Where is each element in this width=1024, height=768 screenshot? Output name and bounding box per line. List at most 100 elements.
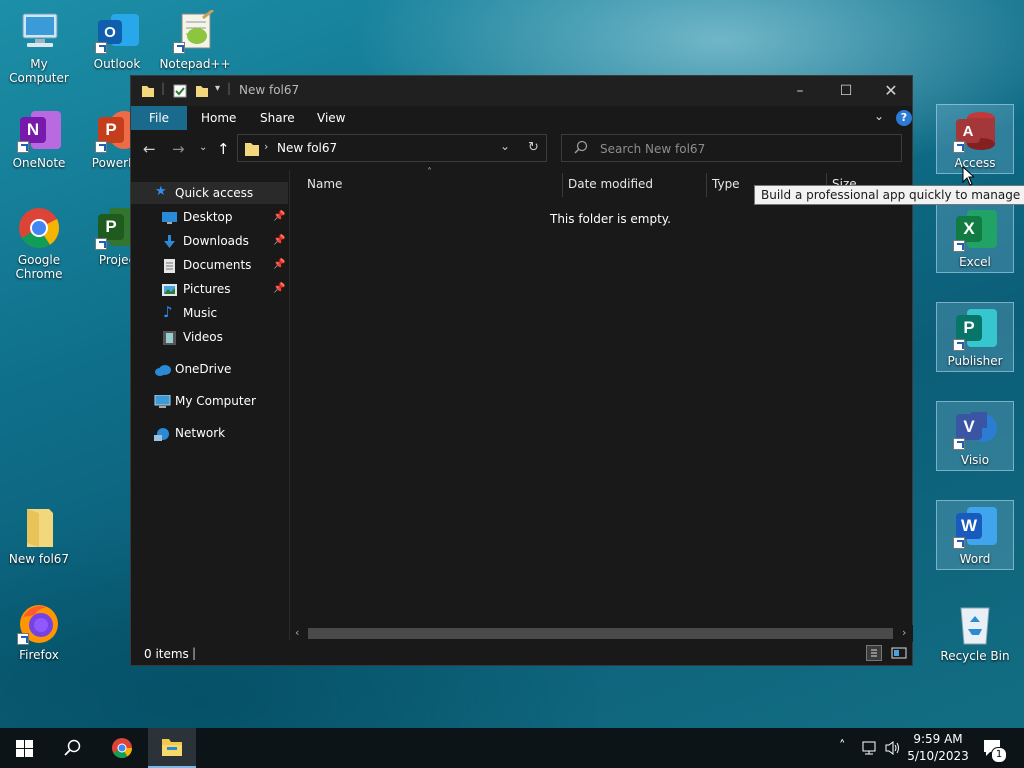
- desktop-icon-label: My Computer: [9, 57, 69, 85]
- sidebar-item-videos[interactable]: Videos: [131, 326, 288, 348]
- volume-icon[interactable]: [884, 740, 902, 759]
- search-box[interactable]: [561, 134, 902, 162]
- shortcut-arrow-icon: [95, 141, 107, 153]
- back-arrow-icon[interactable]: ←: [143, 140, 156, 158]
- sidebar-item-label: Network: [175, 426, 226, 440]
- new-folder-icon[interactable]: [195, 84, 209, 101]
- column-divider[interactable]: [706, 173, 707, 197]
- status-divider: |: [192, 646, 197, 660]
- breadcrumb[interactable]: New fol67: [277, 141, 337, 155]
- column-header-name[interactable]: Name: [307, 177, 342, 191]
- desktop-icon-google-chrome[interactable]: Google Chrome: [0, 206, 78, 281]
- taskbar-file-explorer[interactable]: [148, 728, 196, 768]
- title-bar[interactable]: | ▾ | New fol67 – ☐ ✕: [131, 76, 912, 106]
- expand-ribbon-chevron-icon[interactable]: ⌄: [874, 109, 884, 123]
- music-note-icon: ♪: [163, 303, 173, 321]
- recycle-bin-icon: [953, 602, 997, 646]
- shortcut-arrow-icon: [953, 339, 965, 351]
- shortcut-arrow-icon: [17, 141, 29, 153]
- search-button[interactable]: [48, 728, 96, 768]
- desktop-icon-excel[interactable]: X Excel: [936, 203, 1014, 273]
- firefox-icon: [17, 601, 61, 645]
- sidebar-item-desktop[interactable]: Desktop 📌: [131, 206, 288, 228]
- desktop-icon: [162, 210, 177, 224]
- refresh-icon[interactable]: ↻: [528, 140, 539, 155]
- minimize-button[interactable]: –: [777, 76, 823, 106]
- navigation-pane: ★ Quick access Desktop 📌 Downloads 📌 Doc…: [131, 170, 290, 640]
- star-icon: ★: [155, 184, 167, 199]
- network-status-icon[interactable]: [862, 740, 880, 759]
- horizontal-scrollbar[interactable]: ‹ ›: [291, 625, 913, 642]
- monitor-icon: [17, 10, 61, 54]
- desktop-icon-firefox[interactable]: Firefox: [0, 601, 78, 662]
- show-hidden-icons-chevron-icon[interactable]: ˄: [839, 739, 846, 754]
- system-clock[interactable]: 9:59 AM 5/10/2023: [902, 731, 974, 765]
- help-icon[interactable]: ?: [896, 110, 912, 126]
- desktop-icon-label: Word: [959, 552, 991, 566]
- desktop-icon-access[interactable]: A Access: [936, 104, 1014, 174]
- desktop-icon-label: Visio: [960, 453, 990, 467]
- scroll-left-arrow-icon[interactable]: ‹: [295, 626, 299, 639]
- empty-folder-message: This folder is empty.: [550, 212, 671, 226]
- properties-icon[interactable]: [173, 84, 187, 101]
- desktop-icon-notepad-plus-plus[interactable]: Notepad++: [156, 8, 234, 71]
- up-arrow-icon[interactable]: ↑: [217, 140, 230, 158]
- sidebar-item-label: My Computer: [175, 394, 256, 408]
- start-button[interactable]: [0, 728, 48, 768]
- desktop-icon-visio[interactable]: V Visio: [936, 401, 1014, 471]
- tab-file[interactable]: File: [131, 106, 187, 130]
- notification-badge: 1: [991, 747, 1007, 763]
- shortcut-arrow-icon: [953, 141, 965, 153]
- maximize-button[interactable]: ☐: [823, 76, 869, 106]
- sidebar-item-label: OneDrive: [175, 362, 232, 376]
- desktop-icon-word[interactable]: W Word: [936, 500, 1014, 570]
- scroll-right-arrow-icon[interactable]: ›: [902, 626, 906, 639]
- sidebar-item-music[interactable]: ♪ Music: [131, 302, 288, 324]
- sidebar-item-my-computer[interactable]: My Computer: [131, 390, 288, 412]
- large-icons-view-icon[interactable]: [891, 645, 907, 664]
- sidebar-item-downloads[interactable]: Downloads 📌: [131, 230, 288, 252]
- desktop-icon-onenote[interactable]: N OneNote: [0, 109, 78, 170]
- forward-arrow-icon[interactable]: →: [172, 140, 185, 158]
- scrollbar-thumb[interactable]: [308, 628, 893, 639]
- desktop-icon-label: Excel: [959, 255, 991, 269]
- tab-share[interactable]: Share: [247, 106, 308, 130]
- sidebar-item-network[interactable]: Network: [131, 422, 288, 444]
- desktop-icon-outlook[interactable]: O Outlook: [78, 10, 156, 71]
- sidebar-item-pictures[interactable]: Pictures 📌: [131, 278, 288, 300]
- taskbar-chrome[interactable]: [98, 728, 146, 768]
- close-button[interactable]: ✕: [868, 76, 914, 106]
- desktop-icon-new-folder[interactable]: New fol67: [0, 505, 78, 566]
- sidebar-item-quick-access[interactable]: ★ Quick access: [131, 182, 288, 204]
- sidebar-item-label: Quick access: [175, 186, 254, 200]
- address-bar[interactable]: › New fol67 ⌄ ↻: [237, 134, 547, 162]
- file-explorer-window[interactable]: | ▾ | New fol67 – ☐ ✕ File Home Share Vi…: [130, 75, 913, 666]
- tab-view[interactable]: View: [304, 106, 358, 130]
- desktop-icon-label: Publisher: [947, 354, 1003, 368]
- recent-locations-chevron-icon[interactable]: ⌄: [199, 142, 207, 153]
- pin-icon: 📌: [273, 235, 286, 246]
- sidebar-item-label: Downloads: [183, 234, 249, 248]
- file-list[interactable]: ˄ Name Date modified Type Size This fold…: [291, 167, 911, 625]
- column-divider[interactable]: [562, 173, 563, 197]
- desktop-icon-publisher[interactable]: P Publisher: [936, 302, 1014, 372]
- sidebar-item-documents[interactable]: Documents 📌: [131, 254, 288, 276]
- pictures-icon: [162, 282, 177, 296]
- details-view-icon[interactable]: [866, 645, 882, 661]
- sidebar-item-onedrive[interactable]: OneDrive: [131, 358, 288, 380]
- tab-home[interactable]: Home: [188, 106, 249, 130]
- windows-logo-icon: [16, 740, 33, 760]
- shortcut-arrow-icon: [95, 238, 107, 250]
- sidebar-item-label: Videos: [183, 330, 223, 344]
- desktop-icon-recycle-bin[interactable]: Recycle Bin: [936, 602, 1014, 663]
- column-header-type[interactable]: Type: [712, 177, 740, 191]
- desktop-icon-my-computer[interactable]: My Computer: [0, 10, 78, 85]
- search-input[interactable]: [598, 139, 892, 159]
- address-dropdown-chevron-icon[interactable]: ⌄: [500, 139, 510, 153]
- pin-icon: 📌: [273, 259, 286, 270]
- shortcut-arrow-icon: [95, 42, 107, 54]
- folder-icon: [17, 505, 61, 549]
- tooltip: Build a professional app quickly to mana…: [754, 185, 1024, 205]
- customize-toolbar-chevron-icon[interactable]: ▾: [215, 83, 220, 94]
- column-header-date-modified[interactable]: Date modified: [568, 177, 653, 191]
